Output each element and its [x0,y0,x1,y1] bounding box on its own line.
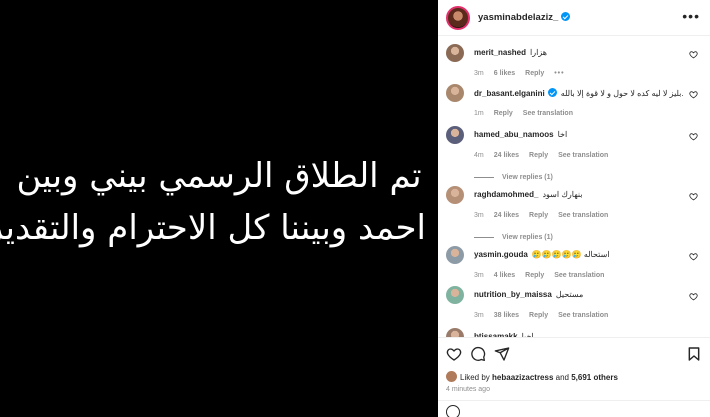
comment-time: 3m [474,312,484,319]
liked-by-line: Liked by hebaazizactress and 5,691 other… [446,371,618,382]
comment-username[interactable]: nutrition_by_maissa [474,290,552,299]
reply-button[interactable]: Reply [494,110,513,117]
comment-text: هزارا [530,48,547,57]
comment-username[interactable]: yasmin.gouda [474,250,528,259]
comment-like-heart-icon[interactable] [689,50,698,59]
comment-line: dr_basant.elganini لا ...بليز لا ليه كده … [474,88,684,98]
comment-like-heart-icon[interactable] [689,90,698,99]
add-comment-row[interactable] [438,400,710,417]
reply-button[interactable]: Reply [525,272,544,279]
see-translation-button[interactable]: See translation [523,110,573,117]
post-header: yasminabdelaziz_ ••• [438,0,710,36]
comment-meta: 4m 24 likes Reply See translation [474,152,618,159]
comment-icon[interactable] [470,346,486,362]
comment-line: hamed_abu_namoos اخا [474,130,684,139]
comment-username[interactable]: dr_basant.elganini [474,89,545,98]
see-translation-button[interactable]: See translation [558,212,608,219]
liked-by-mid: and [553,373,572,382]
media-line-2: احمد وبيننا كل الاحترام والتقدير [0,208,426,248]
commenter-avatar[interactable] [446,44,464,62]
comment-like-heart-icon[interactable] [689,132,698,141]
comment-likes[interactable]: 24 likes [494,152,519,159]
reply-button[interactable]: Reply [529,152,548,159]
comment-time: 4m [474,152,484,159]
post-time: 4 minutes ago [446,386,490,393]
comment-text: لا ...بليز لا ليه كده لا حول و لا قوة إل… [560,89,684,98]
save-bookmark-icon[interactable] [686,346,702,362]
media-line-1: تم الطلاق الرسمي بيني وبين [16,156,422,196]
comment-meta: 3m 6 likes Reply ••• [474,70,575,77]
likes-count[interactable]: 5,691 others [571,373,618,382]
see-translation-button[interactable]: See translation [558,312,608,319]
comments-list[interactable]: merit_nashed هزارا 3m 6 likes Reply ••• dr_bas… [438,36,710,337]
more-options-icon[interactable]: ••• [682,8,700,24]
author-username[interactable]: yasminabdelaziz_ [478,12,571,23]
comment-more-icon[interactable]: ••• [554,70,564,77]
liked-by-prefix: Liked by [460,373,493,382]
comment-likes[interactable]: 38 likes [494,312,519,319]
author-username-text[interactable]: yasminabdelaziz_ [478,12,558,23]
commenter-avatar[interactable] [446,126,464,144]
comment-time: 3m [474,272,484,279]
emoji-icon[interactable] [446,405,460,417]
verified-badge-icon [561,12,571,21]
comment-line: raghdamohmed_ بنهارك اسود [474,190,684,199]
comment-meta: 3m 38 likes Reply See translation [474,312,618,319]
comment-time: 3m [474,70,484,77]
share-icon[interactable] [494,346,510,362]
comment-like-heart-icon[interactable] [689,192,698,201]
comment-line: merit_nashed هزارا [474,48,684,57]
view-replies-button[interactable]: View replies (1) [474,174,553,181]
reply-button[interactable]: Reply [529,212,548,219]
comment-likes[interactable]: 6 likes [494,70,515,77]
comment-line: nutrition_by_maissa مستحيل [474,290,684,299]
comment-meta: 3m 24 likes Reply See translation [474,212,618,219]
reply-button[interactable]: Reply [525,70,544,77]
comment-text: اخا [557,130,568,139]
comment-text: مستحيل [555,290,584,299]
post-side-panel: yasminabdelaziz_ ••• merit_nashed هزارا 3m… [438,0,710,417]
commenter-avatar[interactable] [446,186,464,204]
comment-meta: 1m Reply See translation [474,110,583,117]
commenter-avatar[interactable] [446,286,464,304]
like-heart-icon[interactable] [446,346,462,362]
see-translation-button[interactable]: See translation [558,152,608,159]
comment-username[interactable]: merit_nashed [474,48,526,57]
see-translation-button[interactable]: See translation [554,272,604,279]
comment-like-heart-icon[interactable] [689,292,698,301]
verified-badge-icon [547,88,557,97]
comment-text: بنهارك اسود [542,190,583,199]
reply-button[interactable]: Reply [529,312,548,319]
author-avatar[interactable] [446,6,470,30]
comment-text: استحاله 🥲🥲🥲🥲🥲 [531,250,610,259]
comment-username[interactable]: raghdamohmed_ [474,190,538,199]
post-media[interactable]: تم الطلاق الرسمي بيني وبين احمد وبيننا ك… [0,0,438,417]
commenter-avatar[interactable] [446,328,464,337]
comment-likes[interactable]: 24 likes [494,212,519,219]
commenter-avatar[interactable] [446,246,464,264]
comment-line: yasmin.gouda استحاله 🥲🥲🥲🥲🥲 [474,250,684,259]
liked-by-user[interactable]: hebaazizactress [492,373,553,382]
comment-time: 1m [474,110,484,117]
view-replies-button[interactable]: View replies (1) [474,234,553,241]
comment-username[interactable]: hamed_abu_namoos [474,130,554,139]
comment-time: 3m [474,212,484,219]
action-bar [438,337,710,367]
comment-likes[interactable]: 4 likes [494,272,515,279]
post-media-text: تم الطلاق الرسمي بيني وبين احمد وبيننا ك… [0,150,426,254]
commenter-avatar[interactable] [446,84,464,102]
comment-meta: 3m 4 likes Reply See translation [474,272,614,279]
comment-like-heart-icon[interactable] [689,252,698,261]
liked-by-avatar[interactable] [446,371,457,382]
